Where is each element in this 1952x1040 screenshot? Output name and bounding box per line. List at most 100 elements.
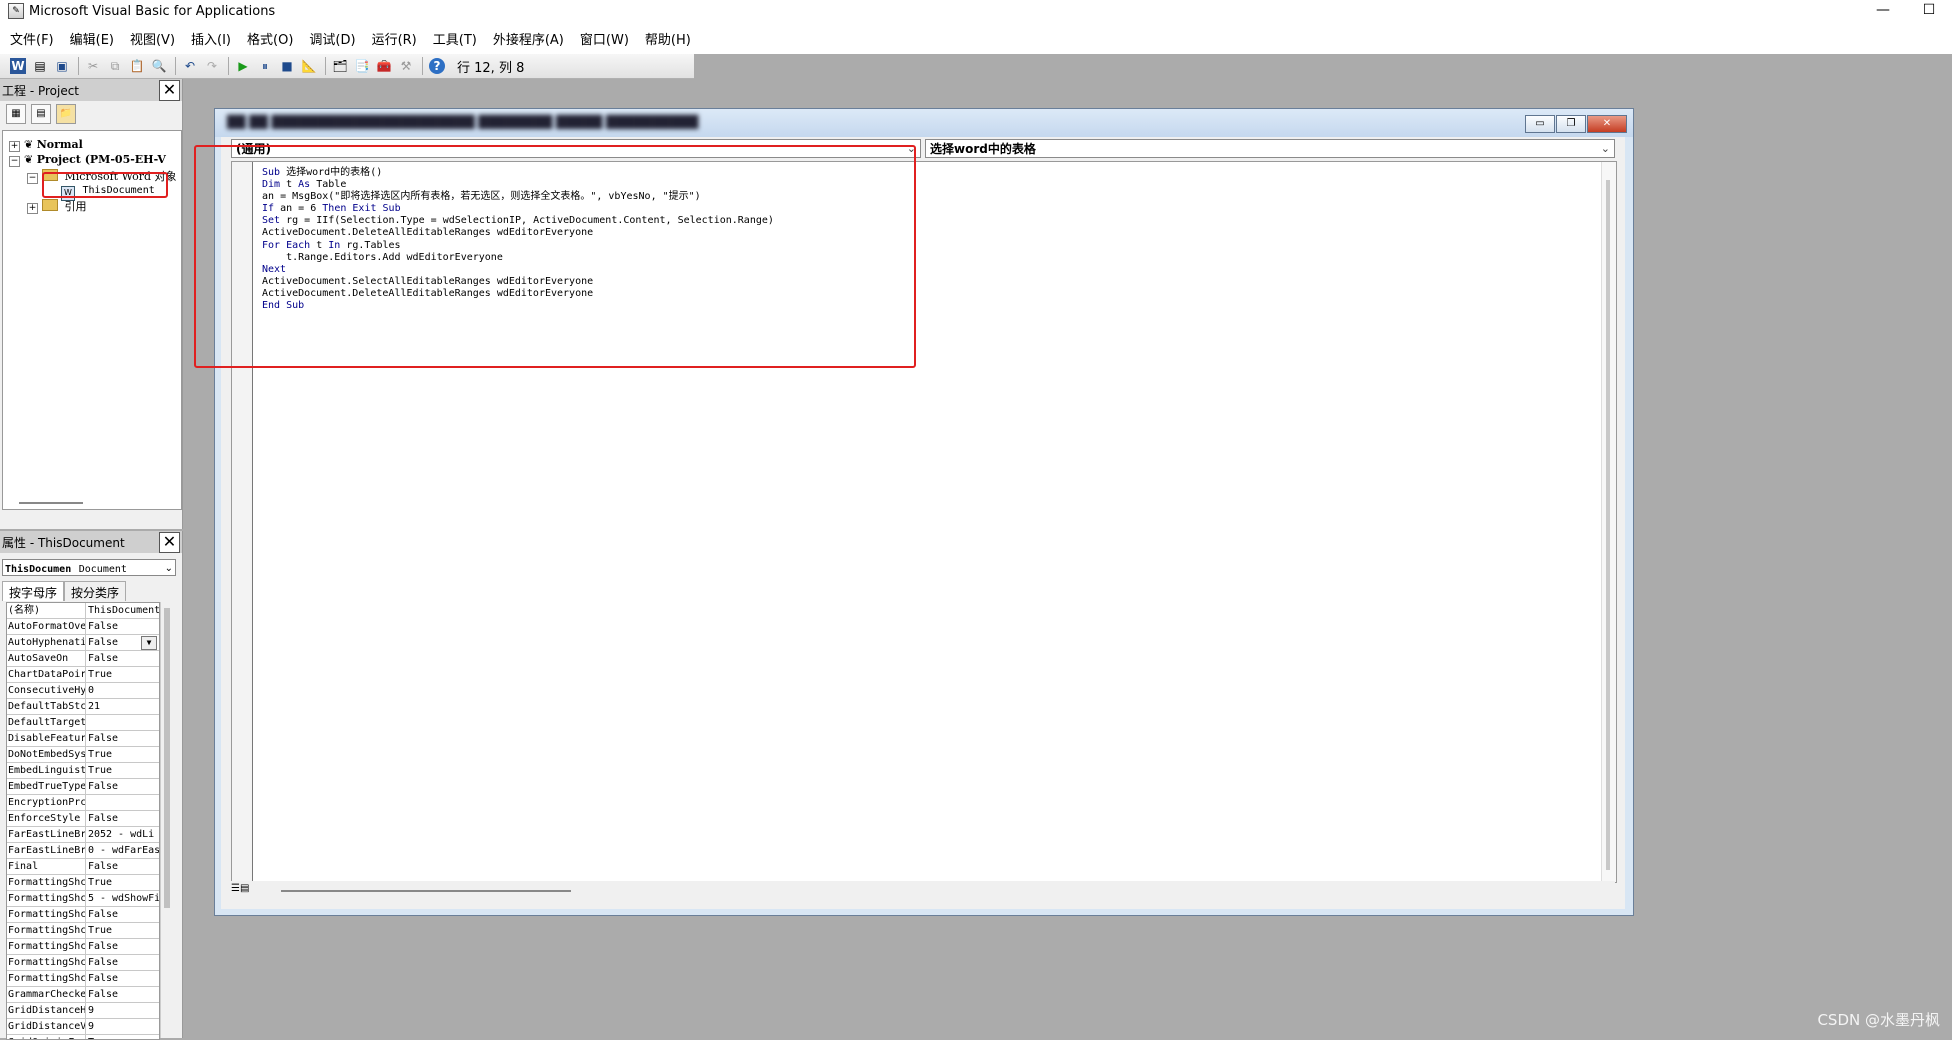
property-value[interactable]: False: [86, 779, 159, 794]
run-icon[interactable]: ▶: [235, 58, 251, 74]
property-value[interactable]: True: [86, 763, 159, 778]
property-value[interactable]: 2052 - wdLi: [86, 827, 159, 842]
maximize-button[interactable]: ☐: [1906, 0, 1952, 22]
property-row[interactable]: EncryptionPrc: [7, 795, 159, 811]
property-row[interactable]: EmbedTrueType False: [7, 779, 159, 795]
menu-addins[interactable]: 外接程序(A): [493, 29, 564, 48]
property-value[interactable]: False: [86, 859, 159, 874]
close-icon[interactable]: ✕: [159, 532, 180, 553]
reset-icon[interactable]: ■: [279, 58, 295, 74]
menu-tools[interactable]: 工具(T): [433, 29, 477, 48]
property-value[interactable]: True: [86, 875, 159, 890]
expand-icon[interactable]: +: [27, 203, 38, 214]
restore-button[interactable]: ❐: [1556, 115, 1586, 133]
minimize-button[interactable]: —: [1860, 0, 1906, 22]
toggle-folders-icon[interactable]: 📁: [56, 104, 76, 124]
property-row[interactable]: FormattingShc True: [7, 875, 159, 891]
design-mode-icon[interactable]: 📐: [301, 58, 317, 74]
property-row[interactable]: GridDistanceH 9: [7, 1003, 159, 1019]
scrollbar-thumb[interactable]: [1606, 180, 1610, 870]
property-value[interactable]: False ▼: [86, 635, 159, 650]
close-icon[interactable]: ✕: [159, 80, 180, 101]
cut-icon[interactable]: ✂: [85, 58, 101, 74]
menu-window[interactable]: 窗口(W): [580, 29, 629, 48]
menu-run[interactable]: 运行(R): [372, 29, 417, 48]
object-browser-icon[interactable]: 🧰: [376, 58, 392, 74]
property-value[interactable]: False: [86, 939, 159, 954]
tree-node-project[interactable]: − ❦ Project (PM-05-EH-V: [9, 153, 166, 167]
property-value[interactable]: 0: [86, 683, 159, 698]
property-value[interactable]: True: [86, 923, 159, 938]
save-icon[interactable]: ▣: [54, 58, 70, 74]
menu-insert[interactable]: 插入(I): [191, 29, 231, 48]
property-row[interactable]: FormattingShc 5 - wdShowFi: [7, 891, 159, 907]
scrollbar-thumb[interactable]: [164, 608, 170, 908]
redo-icon[interactable]: ↷: [204, 58, 220, 74]
collapse-icon[interactable]: −: [27, 173, 38, 184]
property-row[interactable]: FormattingShc False: [7, 939, 159, 955]
menu-view[interactable]: 视图(V): [130, 29, 175, 48]
property-value[interactable]: ThisDocument: [86, 603, 159, 618]
tab-categorized[interactable]: 按分类序: [64, 581, 127, 601]
property-row[interactable]: FarEastLineBr 2052 - wdLi: [7, 827, 159, 843]
menu-help[interactable]: 帮助(H): [645, 29, 691, 48]
property-value[interactable]: True: [86, 747, 159, 762]
property-value[interactable]: False: [86, 955, 159, 970]
property-value[interactable]: False: [86, 971, 159, 986]
property-row[interactable]: DefaultTabStc 21: [7, 699, 159, 715]
property-value[interactable]: False: [86, 619, 159, 634]
properties-window-icon[interactable]: 📑: [354, 58, 370, 74]
insert-userform-icon[interactable]: ▤: [32, 58, 48, 74]
code-vscrollbar[interactable]: [1601, 162, 1616, 882]
menu-edit[interactable]: 编辑(E): [70, 29, 114, 48]
code-hscrollbar[interactable]: ☰▤: [231, 881, 1615, 899]
property-row[interactable]: AutoSaveOn False: [7, 651, 159, 667]
property-value[interactable]: False: [86, 907, 159, 922]
copy-icon[interactable]: ⧉: [107, 58, 123, 74]
property-value[interactable]: 0 - wdFarEas: [86, 843, 159, 858]
tree-node-references[interactable]: + 引用: [27, 198, 87, 214]
word-icon[interactable]: W: [10, 58, 26, 74]
property-row[interactable]: EnforceStyle False: [7, 811, 159, 827]
tab-alphabetic[interactable]: 按字母序: [2, 581, 65, 601]
property-row[interactable]: FarEastLineBr 0 - wdFarEas: [7, 843, 159, 859]
property-row[interactable]: (名称) ThisDocument: [7, 603, 159, 619]
tree-node-normal[interactable]: + ❦ Normal: [9, 138, 83, 152]
close-button[interactable]: ✕: [1587, 115, 1627, 133]
property-value[interactable]: False: [86, 651, 159, 666]
property-row[interactable]: ConsecutiveHy 0: [7, 683, 159, 699]
property-value[interactable]: False: [86, 811, 159, 826]
dropdown-arrow-icon[interactable]: ▼: [141, 636, 157, 650]
property-row[interactable]: DoNotEmbedSys True: [7, 747, 159, 763]
menu-file[interactable]: 文件(F): [10, 29, 54, 48]
project-explorer-icon[interactable]: 🗂: [332, 58, 348, 74]
property-value[interactable]: 21: [86, 699, 159, 714]
collapse-icon[interactable]: −: [9, 156, 20, 167]
property-value[interactable]: True: [86, 667, 159, 682]
property-grid[interactable]: (名称) ThisDocument AutoFormatOve False AutoHy…: [6, 602, 160, 1040]
property-row[interactable]: DisableFeatur False: [7, 731, 159, 747]
paste-icon[interactable]: 📋: [129, 58, 145, 74]
scrollbar-thumb[interactable]: [281, 890, 571, 892]
menu-format[interactable]: 格式(O): [247, 29, 293, 48]
property-value[interactable]: 9: [86, 1019, 159, 1034]
toolbox-icon[interactable]: ⚒: [398, 58, 414, 74]
property-value[interactable]: [86, 715, 159, 730]
property-value[interactable]: 9: [86, 1003, 159, 1018]
menu-debug[interactable]: 调试(D): [309, 29, 355, 48]
expand-icon[interactable]: +: [9, 141, 20, 152]
find-icon[interactable]: 🔍: [151, 58, 167, 74]
view-toggle-icons[interactable]: ☰▤: [231, 883, 261, 897]
object-selector[interactable]: ThisDocumen Document ⌄: [2, 559, 176, 576]
property-value[interactable]: False: [86, 731, 159, 746]
property-value[interactable]: [86, 795, 159, 810]
property-row[interactable]: EmbedLinguist True: [7, 763, 159, 779]
tree-hscroll-thumb[interactable]: [19, 502, 83, 504]
procedure-combo[interactable]: 选择word中的表格 ⌄: [925, 139, 1615, 158]
property-row[interactable]: GridDistanceV 9: [7, 1019, 159, 1035]
property-row[interactable]: Final False: [7, 859, 159, 875]
property-row[interactable]: DefaultTarget: [7, 715, 159, 731]
break-icon[interactable]: ⏸: [257, 58, 273, 74]
view-object-icon[interactable]: ▤: [31, 104, 51, 124]
property-row[interactable]: AutoHyphenati False ▼: [7, 635, 159, 651]
